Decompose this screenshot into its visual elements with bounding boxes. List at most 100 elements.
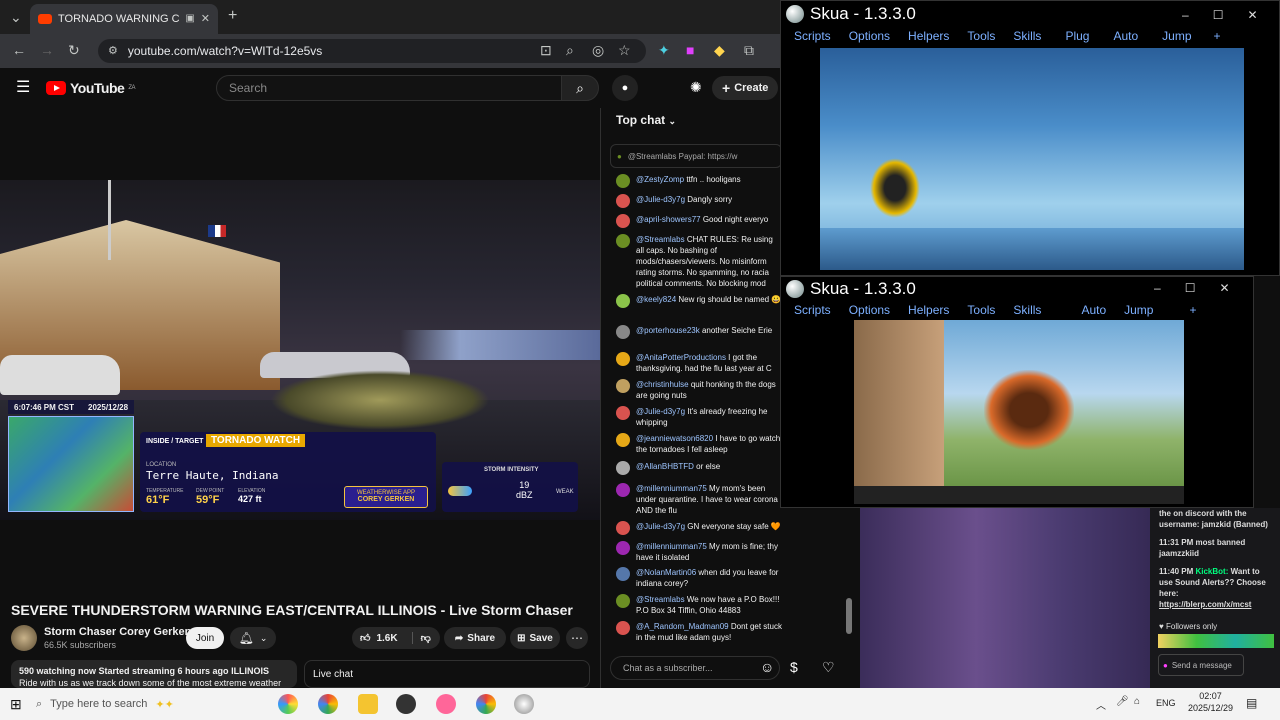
chat-message[interactable]: @keely824 New rig should be named 😀 <box>616 294 782 320</box>
chat-avatar[interactable] <box>616 594 630 608</box>
chat-message[interactable]: @AnitaPotterProductions I got the thanks… <box>616 352 782 376</box>
save-button[interactable]: ⊞ Save <box>510 627 560 649</box>
skua-menu-item[interactable]: Plug <box>1065 29 1089 43</box>
chat-message[interactable]: @A_Random_Madman09 Dont get stuck in the… <box>616 621 782 645</box>
eye-off-icon[interactable]: ◎ <box>592 43 604 57</box>
zoom-icon[interactable]: ⌕ <box>566 43 574 57</box>
video-description[interactable]: 590 watching now Started streaming 6 hou… <box>11 660 297 688</box>
game-view-2[interactable] <box>854 320 1184 504</box>
maximize-icon[interactable]: ☐ <box>1185 281 1196 295</box>
install-app-icon[interactable]: ⊡ <box>540 43 552 57</box>
chat-message[interactable]: @Streamlabs CHAT RULES: Re using all cap… <box>616 234 782 290</box>
tray-chevron-icon[interactable]: ︿ <box>1096 697 1106 712</box>
search-input[interactable]: Search <box>216 75 562 101</box>
app-icon[interactable] <box>436 694 456 714</box>
heart-icon[interactable]: ♡ <box>822 660 835 674</box>
channel-name[interactable]: Storm Chaser Corey Gerken <box>44 626 191 638</box>
chat-input[interactable]: Chat as a subscriber... <box>610 656 780 680</box>
emote-bar[interactable] <box>1158 634 1274 648</box>
extensions-puzzle-icon[interactable]: ⧉ <box>744 43 754 57</box>
emoji-icon[interactable]: ☺ <box>760 660 774 674</box>
chat-avatar[interactable] <box>616 214 630 228</box>
side-chat-link[interactable]: https://blerp.com/x/mcst <box>1159 600 1251 609</box>
chat-author[interactable]: @AnitaPotterProductions <box>636 353 728 362</box>
address-bar[interactable]: ⚙ youtube.com/watch?v=WITd-12e5vs <box>98 39 646 63</box>
skua-menu-item[interactable]: Tools <box>967 29 995 43</box>
skua-menu-item[interactable]: Options <box>849 303 890 317</box>
copilot-icon[interactable] <box>278 694 298 714</box>
youtube-logo[interactable]: YouTube ZA <box>46 80 135 96</box>
chat-avatar[interactable] <box>616 567 630 581</box>
side-chat-input[interactable]: ● Send a message <box>1158 654 1244 676</box>
skua-menu-item[interactable]: Helpers <box>908 303 949 317</box>
chat-author[interactable]: @AllanBHBTFD <box>636 462 696 471</box>
chat-author[interactable]: @Julie-d3y7g <box>636 407 687 416</box>
chat-message[interactable]: @NolanMartin06 when did you leave for in… <box>616 567 782 591</box>
bookmark-star-icon[interactable]: ☆ <box>618 43 631 57</box>
chat-author[interactable]: @Streamlabs <box>636 235 687 244</box>
game-actionbar[interactable] <box>854 486 1184 504</box>
chat-message[interactable]: @millenniumman75 My mom is fine; thy hav… <box>616 541 782 565</box>
thumbs-down-icon[interactable]: 👎︎ <box>411 632 431 644</box>
chat-message[interactable]: @millenniumman75 My mom's been under qua… <box>616 483 782 517</box>
extension-icon-3[interactable]: ◆ <box>714 43 725 57</box>
channel-avatar[interactable] <box>11 625 37 651</box>
extension-icon-2[interactable]: ■ <box>686 43 694 57</box>
voice-search-button[interactable]: ● <box>612 75 638 101</box>
site-info-icon[interactable]: ⚙ <box>108 45 118 57</box>
chat-author[interactable]: @millenniumman75 <box>636 542 709 551</box>
chat-avatar[interactable] <box>616 461 630 475</box>
share-button[interactable]: ➦ Share <box>444 627 506 649</box>
tab-close-icon[interactable]: ✕ <box>201 13 210 25</box>
minimize-icon[interactable]: – <box>1154 281 1161 295</box>
chat-message[interactable]: @Julie-d3y7g Dangly sorry <box>616 194 782 208</box>
chat-message[interactable]: @jeanniewatson6820 I have to go watch th… <box>616 433 782 457</box>
skua-menu-item[interactable]: Jump <box>1124 303 1153 317</box>
chat-avatar[interactable] <box>616 352 630 366</box>
chat-author[interactable]: @porterhouse23k <box>636 326 702 335</box>
mic-tray-icon[interactable]: 🎤︎ <box>1116 696 1129 707</box>
tab-list-icon[interactable]: ⌄ <box>10 10 22 24</box>
browser-tab[interactable]: TORNADO WARNING CENT ▣ ✕ <box>30 4 218 34</box>
skua-menu-item[interactable]: + <box>1189 303 1196 317</box>
chat-author[interactable]: @millenniumman75 <box>636 484 709 493</box>
chat-avatar[interactable] <box>616 483 630 497</box>
chat-avatar[interactable] <box>616 541 630 555</box>
new-tab-icon[interactable]: + <box>228 8 237 24</box>
chat-message[interactable]: @ZestyZomp ttfn .. hooligans <box>616 174 782 188</box>
chat-message[interactable]: @AllanBHBTFD or else <box>616 461 782 475</box>
more-actions-button[interactable]: ⋯ <box>566 627 588 649</box>
chat-avatar[interactable] <box>616 234 630 248</box>
language-indicator[interactable]: ENG <box>1156 698 1176 708</box>
chrome-icon-2[interactable] <box>476 694 496 714</box>
chat-author[interactable]: @christinhulse <box>636 380 691 389</box>
close-icon[interactable]: ✕ <box>1247 8 1257 22</box>
skua-menu-item[interactable]: + <box>1214 29 1221 43</box>
reload-icon[interactable]: ↻ <box>68 43 80 57</box>
game-view-1[interactable] <box>820 48 1244 270</box>
chat-author[interactable]: @ZestyZomp <box>636 175 686 184</box>
live-icon[interactable]: ✺ <box>690 80 702 94</box>
chat-avatar[interactable] <box>616 194 630 208</box>
chat-message[interactable]: @christinhulse quit honking th the dogs … <box>616 379 782 403</box>
chat-message[interactable]: @Julie-d3y7g GN everyone stay safe 🧡 <box>616 521 782 535</box>
skua-menu-item[interactable]: Auto <box>1081 303 1106 317</box>
chat-avatar[interactable] <box>616 433 630 447</box>
chat-message[interactable]: @april-showers77 Good night everyo <box>616 214 782 228</box>
chat-avatar[interactable] <box>616 325 630 339</box>
skua-menu-item[interactable]: Scripts <box>794 303 831 317</box>
maximize-icon[interactable]: ☐ <box>1213 8 1224 22</box>
chat-avatar[interactable] <box>616 406 630 420</box>
skua-menu-item[interactable]: Jump <box>1162 29 1191 43</box>
network-icon[interactable]: ⌂ <box>1134 696 1140 707</box>
skua-menu-item[interactable]: Tools <box>967 303 995 317</box>
chat-avatar[interactable] <box>616 174 630 188</box>
file-explorer-icon[interactable] <box>358 694 378 714</box>
like-button[interactable]: 👍︎ 1.6K 👎︎ <box>352 627 440 649</box>
clock[interactable]: 02:07 2025/12/29 <box>1188 690 1233 714</box>
chat-author[interactable]: @Julie-d3y7g <box>636 522 687 531</box>
chrome-icon[interactable] <box>318 694 338 714</box>
chat-avatar[interactable] <box>616 621 630 635</box>
chat-author[interactable]: @NolanMartin06 <box>636 568 698 577</box>
chat-mode-selector[interactable]: Top chat ⌄ <box>616 113 676 127</box>
